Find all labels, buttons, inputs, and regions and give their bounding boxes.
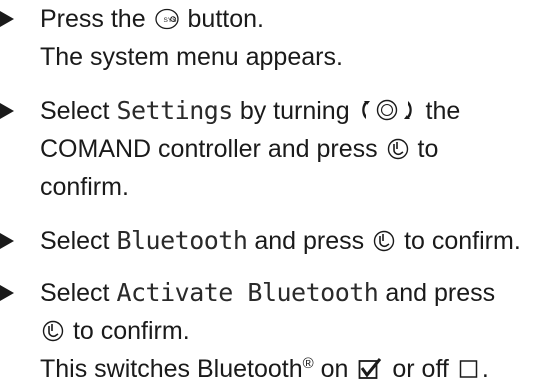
step-text: to	[417, 135, 439, 163]
step-text: .	[481, 355, 489, 383]
menu-item-bluetooth: Bluetooth	[116, 226, 248, 255]
step-text: and press	[385, 279, 496, 307]
step-text: or off	[392, 355, 449, 383]
step-text: on	[320, 355, 349, 383]
step-text: Select	[40, 97, 110, 125]
step-text: This switches Bluetooth	[40, 355, 303, 383]
sys-button-icon: SYS	[154, 8, 179, 30]
step-2-line-1: Select Settings by turning the	[0, 92, 545, 130]
menu-item-settings: Settings	[116, 96, 233, 125]
step-3-line-1: Select Bluetooth and press to confirm.	[0, 222, 545, 260]
bullet-triangle-icon	[0, 11, 14, 27]
registered-mark: ®	[302, 355, 314, 372]
bullet-triangle-icon	[0, 233, 14, 249]
menu-item-activate-bluetooth: Activate Bluetooth	[116, 278, 379, 307]
step-text: the	[425, 97, 461, 125]
step-2-line-2: COMAND controller and press to	[0, 130, 545, 168]
step-text: to confirm.	[72, 317, 190, 345]
step-4-line-2: to confirm.	[0, 312, 545, 350]
bullet-triangle-icon	[0, 103, 14, 119]
step-4-line-1: Select Activate Bluetooth and press	[0, 274, 545, 312]
press-controller-icon	[42, 320, 64, 342]
step-1-line-1: Press the SYS button.	[0, 0, 545, 38]
step-1: Press the SYS button. The system menu ap…	[0, 0, 545, 76]
turn-controller-icon	[361, 99, 412, 121]
step-text: button.	[187, 5, 264, 33]
step-text: COMAND controller and press	[40, 135, 378, 163]
step-2-line-3: confirm.	[40, 173, 129, 201]
step-text: to confirm.	[404, 227, 521, 255]
step-text: Press the	[40, 5, 146, 33]
step-text: and press	[254, 227, 365, 255]
step-3: Select Bluetooth and press to confirm.	[0, 222, 545, 260]
step-text: Select	[40, 227, 110, 255]
press-controller-icon	[387, 138, 408, 160]
bullet-triangle-icon	[0, 285, 14, 301]
press-controller-icon	[373, 230, 395, 252]
step-2: Select Settings by turning the COMAND co…	[0, 92, 545, 206]
step-text: by turning	[239, 97, 350, 125]
step-1-line-2: The system menu appears.	[40, 43, 343, 71]
step-text: Select	[40, 279, 110, 307]
step-4-line-3: This switches Bluetooth® on or off .	[0, 350, 545, 388]
step-4: Select Activate Bluetooth and press to c…	[0, 274, 545, 388]
